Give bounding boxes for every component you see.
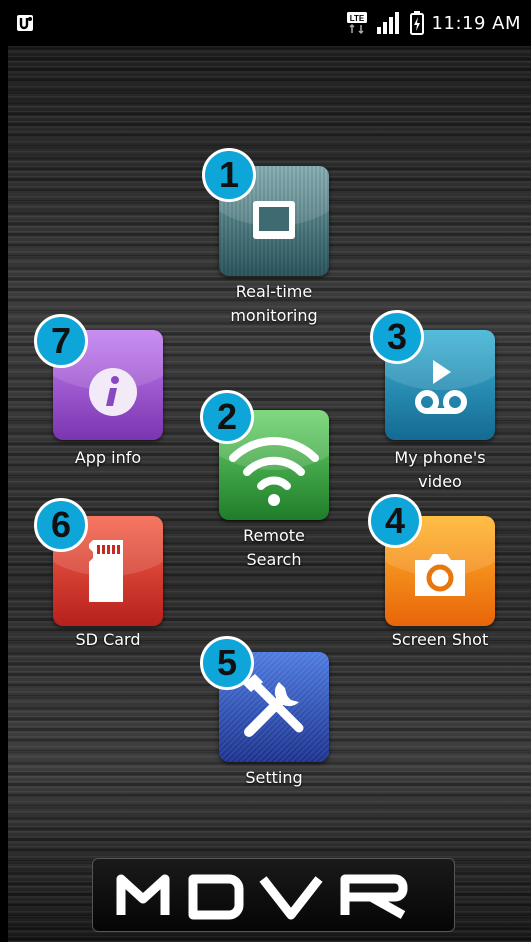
svg-text:LTE: LTE: [349, 14, 364, 23]
signal-icon: [376, 12, 399, 34]
app-notification-icon: [17, 15, 33, 31]
battery-charging-icon: [409, 11, 424, 35]
badge-5: 5: [200, 636, 254, 690]
my-phones-video-label: My phone's video: [360, 446, 520, 494]
screen-shot-label: Screen Shot: [391, 630, 489, 649]
status-time: 11:19 AM: [431, 12, 521, 34]
app-screen: 1 Real-time monitoring 7 App info 3 My p…: [8, 46, 531, 942]
label-line-1: My phone's: [394, 448, 486, 467]
lte-icon: LTE: [346, 12, 367, 35]
app-info-label: App info: [74, 448, 142, 467]
label-line-2: Search: [246, 550, 302, 569]
status-right: LTE 11:19 AM: [346, 10, 521, 36]
label-line-1: Real-time: [235, 282, 313, 301]
status-bar: LTE 11:19 AM: [0, 0, 531, 46]
badge-7: 7: [34, 314, 88, 368]
real-time-monitoring-label: Real-time monitoring: [194, 280, 354, 328]
sd-card-label: SD Card: [75, 630, 141, 649]
remote-search-label: Remote Search: [194, 524, 354, 572]
label-line-2: video: [418, 472, 462, 491]
label-line-1: Remote: [243, 526, 305, 545]
badge-6: 6: [34, 498, 88, 552]
badge-2: 2: [200, 390, 254, 444]
badge-1: 1: [202, 148, 256, 202]
badge-4: 4: [368, 494, 422, 548]
badge-3: 3: [370, 310, 424, 364]
mdvr-logo-wordmark: [116, 874, 408, 920]
mdvr-logo: [92, 858, 455, 932]
setting-label: Setting: [245, 768, 303, 787]
label-line-2: monitoring: [230, 306, 318, 325]
